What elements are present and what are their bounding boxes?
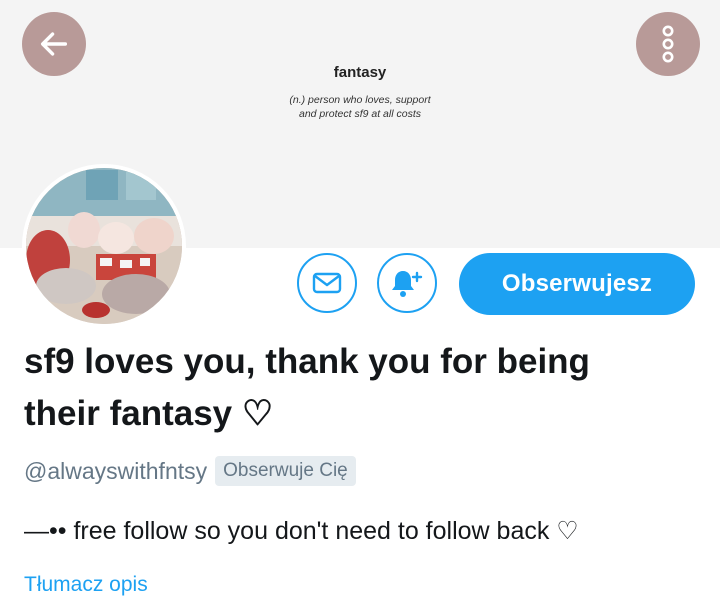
message-button[interactable] — [297, 253, 357, 313]
avatar-photo — [26, 168, 182, 324]
more-vertical-icon — [662, 25, 674, 63]
notifications-button[interactable] — [377, 253, 437, 313]
handle-row: @alwayswithfntsy Obserwuje Cię — [24, 452, 356, 490]
display-name: sf9 loves you, thank you for being their… — [24, 336, 714, 440]
follows-you-badge: Obserwuje Cię — [215, 456, 356, 486]
bell-plus-icon — [392, 271, 423, 297]
banner-subtitle: (n.) person who loves, support and prote… — [0, 93, 720, 121]
display-name-line1: sf9 loves you, thank you for being — [24, 342, 590, 381]
banner-title: fantasy — [333, 64, 387, 81]
envelope-icon — [312, 272, 342, 294]
avatar[interactable] — [22, 164, 186, 328]
profile-bio: —•• free follow so you don't need to fol… — [24, 517, 579, 545]
banner-subtitle-line2: and protect sf9 at all costs — [299, 108, 421, 120]
display-name-line2: their fantasy ♡ — [24, 394, 274, 433]
more-options-button[interactable] — [636, 12, 700, 76]
translate-bio-link[interactable]: Tłumacz opis — [24, 573, 148, 597]
back-button[interactable] — [22, 12, 86, 76]
following-button[interactable]: Obserwujesz — [459, 253, 695, 315]
banner-subtitle-line1: (n.) person who loves, support — [289, 94, 431, 106]
arrow-left-icon — [40, 32, 68, 56]
username-handle: @alwayswithfntsy — [24, 457, 208, 484]
